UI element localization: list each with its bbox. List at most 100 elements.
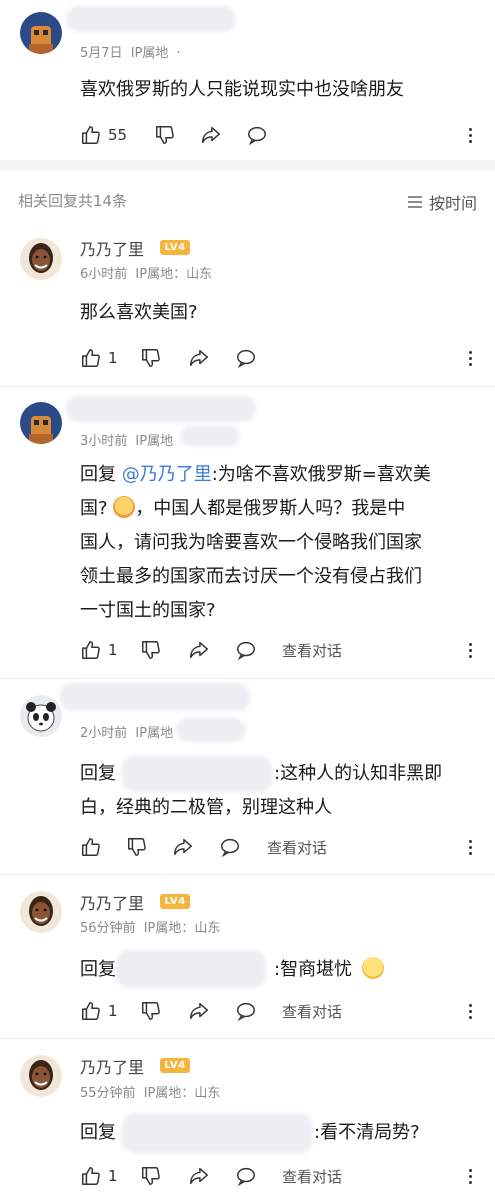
more-options-button[interactable]	[465, 637, 475, 663]
reply-line-2a: 国?	[80, 498, 108, 519]
like-button[interactable]: 1	[80, 1163, 118, 1189]
thumbs-down-icon	[142, 1167, 160, 1185]
level-badge: LV4	[160, 240, 190, 255]
dislike-button[interactable]	[140, 637, 162, 663]
more-options-button[interactable]	[465, 998, 475, 1024]
like-count: 1	[108, 349, 118, 367]
more-options-button[interactable]	[465, 345, 475, 371]
reply-meta: 55分钟前 IP属地：山东	[80, 1082, 224, 1101]
more-options-button[interactable]	[465, 834, 475, 860]
share-icon	[190, 349, 208, 367]
username[interactable]: 乃乃了里	[80, 236, 144, 260]
more-options-button[interactable]	[465, 1163, 475, 1189]
replies-header: 相关回复共14条 按时间	[18, 190, 477, 214]
avatar[interactable]	[20, 695, 62, 737]
share-button[interactable]	[200, 122, 222, 148]
mention-link[interactable]: @乃乃了里	[122, 464, 212, 485]
blurred-username	[66, 396, 256, 422]
like-button[interactable]: 1	[80, 345, 118, 371]
reply-line-2: 白，经典的二极管，别理这种人	[80, 797, 332, 818]
sort-button[interactable]: 按时间	[407, 190, 477, 214]
reply-text: 回复:这种人的认知非黑即 白，经典的二极管，别理这种人	[80, 757, 475, 825]
avatar[interactable]	[20, 12, 62, 54]
comment-icon	[248, 126, 266, 146]
dislike-button[interactable]	[140, 1163, 162, 1189]
like-button[interactable]: 55	[80, 122, 127, 148]
reply-time: 3小时前	[80, 434, 128, 449]
thumbs-up-icon	[82, 1002, 100, 1020]
dislike-button[interactable]	[126, 834, 148, 860]
reply-line-1: :看不清局势?	[314, 1122, 420, 1143]
thumbs-down-icon	[142, 349, 160, 367]
blurred-username	[60, 683, 250, 711]
reply-time: 6小时前	[80, 267, 128, 282]
comment-icon	[237, 1002, 255, 1022]
thumbs-down-icon	[142, 641, 160, 659]
share-button[interactable]	[188, 637, 210, 663]
reply-meta: 3小时前 IP属地	[80, 430, 177, 449]
action-bar: 查看对话	[80, 834, 475, 860]
like-count: 55	[108, 126, 128, 144]
username[interactable]: 乃乃了里	[80, 1054, 144, 1078]
reply-ip: IP属地：山东	[143, 1086, 221, 1101]
divider	[0, 678, 495, 679]
thumbs-down-icon	[156, 126, 174, 144]
avatar[interactable]	[20, 891, 62, 933]
comment-button[interactable]	[219, 834, 241, 860]
reply-line-4: 领土最多的国家而去讨厌一个没有侵占我们	[80, 566, 422, 587]
reply-line-1: :为啥不喜欢俄罗斯=喜欢美	[211, 464, 431, 485]
view-conversation-link[interactable]: 查看对话	[282, 1001, 342, 1022]
avatar[interactable]	[20, 402, 62, 444]
reply-ip: IP属地：山东	[135, 267, 213, 282]
comment-icon	[237, 349, 255, 369]
share-button[interactable]	[188, 345, 210, 371]
share-button[interactable]	[188, 1163, 210, 1189]
username[interactable]: 乃乃了里	[80, 890, 144, 914]
comment-button[interactable]	[235, 345, 257, 371]
comment-icon	[221, 838, 239, 858]
like-button[interactable]: 1	[80, 637, 118, 663]
reply-prefix: 回复	[80, 959, 116, 980]
comment-button[interactable]	[235, 637, 257, 663]
share-button[interactable]	[188, 998, 210, 1024]
blurred-ip	[176, 718, 246, 742]
share-icon	[190, 641, 208, 659]
share-icon	[190, 1167, 208, 1185]
reply-text: 回复 :智商堪忧	[80, 953, 475, 987]
dislike-button[interactable]	[154, 122, 176, 148]
dislike-button[interactable]	[140, 345, 162, 371]
more-options-button[interactable]	[465, 122, 475, 148]
level-badge: LV4	[160, 1058, 190, 1073]
reply-line-1: :这种人的认知非黑即	[274, 763, 443, 784]
blurred-ip	[180, 426, 240, 446]
avatar[interactable]	[20, 1055, 62, 1097]
reply-time: 55分钟前	[80, 1086, 136, 1101]
view-conversation-link[interactable]: 查看对话	[282, 640, 342, 661]
share-button[interactable]	[172, 834, 194, 860]
comment-button[interactable]	[235, 1163, 257, 1189]
thumbs-up-icon	[82, 1167, 100, 1185]
dislike-button[interactable]	[140, 998, 162, 1024]
reply-text: 那么喜欢美国?	[80, 302, 198, 323]
reply-ip: IP属地	[135, 434, 174, 449]
action-bar: 1	[80, 345, 475, 371]
reply-text: 回复:看不清局势?	[80, 1116, 475, 1150]
comment-button[interactable]	[246, 122, 268, 148]
divider	[0, 1038, 495, 1039]
comment-icon	[237, 1167, 255, 1187]
like-button[interactable]	[80, 834, 102, 860]
avatar[interactable]	[20, 238, 62, 280]
divider	[0, 874, 495, 875]
like-button[interactable]: 1	[80, 998, 118, 1024]
view-conversation-link[interactable]: 查看对话	[282, 1166, 342, 1187]
view-conversation-link[interactable]: 查看对话	[267, 837, 327, 858]
comment-date: 5月7日	[80, 46, 123, 61]
reply-time: 56分钟前	[80, 921, 136, 936]
comment-button[interactable]	[235, 998, 257, 1024]
menu-lines-icon	[407, 196, 422, 208]
thumbs-up-icon	[82, 349, 100, 367]
reply-line-1: :智商堪忧	[274, 959, 353, 980]
action-bar: 1 查看对话	[80, 637, 475, 663]
dizzy-face-emoji-icon	[361, 957, 384, 979]
comment-meta: 5月7日 IP属地 ·	[80, 42, 185, 61]
